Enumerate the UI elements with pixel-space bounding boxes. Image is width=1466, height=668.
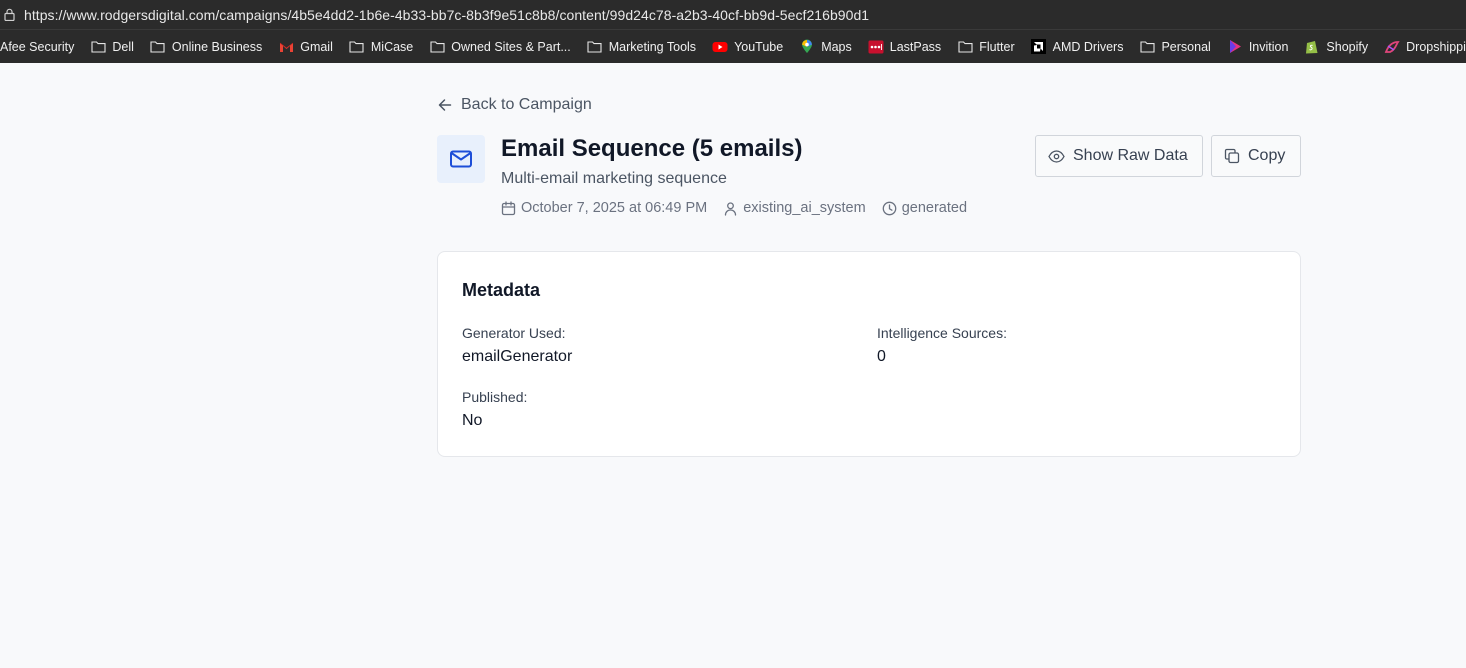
back-label: Back to Campaign <box>461 96 592 113</box>
bookmark-owned-sites[interactable]: Owned Sites & Part... <box>429 39 571 55</box>
published-label: Published: <box>462 389 528 405</box>
bookmark-flutter[interactable]: Flutter <box>957 39 1015 55</box>
page-title: Email Sequence (5 emails) <box>501 135 803 162</box>
meta-date: October 7, 2025 at 06:49 PM <box>501 200 707 216</box>
folder-icon <box>150 39 166 55</box>
youtube-icon <box>712 39 728 55</box>
amd-icon <box>1031 39 1047 55</box>
content-type-badge <box>437 135 485 183</box>
meta-author: existing_ai_system <box>723 200 866 216</box>
metadata-title: Metadata <box>462 280 541 300</box>
meta-status: generated <box>882 200 967 216</box>
address-bar[interactable]: https://www.rodgersdigital.com/campaigns… <box>0 0 1466 29</box>
generator-label: Generator Used: <box>462 325 566 341</box>
invition-icon <box>1227 39 1243 55</box>
folder-icon <box>349 39 365 55</box>
folder-icon <box>957 39 973 55</box>
folder-icon <box>90 39 106 55</box>
dropshipping-icon <box>1384 39 1400 55</box>
folder-icon <box>1139 39 1155 55</box>
show-raw-data-label: Show Raw Data <box>1073 147 1188 164</box>
bookmark-shopify[interactable]: Shopify <box>1304 39 1368 55</box>
metadata-card: Metadata Generator Used: emailGenerator … <box>437 251 1301 457</box>
meta-author-text: existing_ai_system <box>743 200 866 216</box>
content-meta: October 7, 2025 at 06:49 PM existing_ai_… <box>501 200 983 216</box>
bookmark-youtube[interactable]: YouTube <box>712 39 783 55</box>
mail-icon <box>450 150 472 168</box>
show-raw-data-button[interactable]: Show Raw Data <box>1035 135 1203 177</box>
url-text[interactable]: https://www.rodgersdigital.com/campaigns… <box>24 7 869 23</box>
copy-button[interactable]: Copy <box>1211 135 1301 177</box>
page-subtitle: Multi-email marketing sequence <box>501 170 727 187</box>
meta-status-text: generated <box>901 200 968 216</box>
eye-icon <box>1048 149 1065 163</box>
meta-date-text: October 7, 2025 at 06:49 PM <box>521 200 708 216</box>
folder-icon <box>429 39 445 55</box>
bookmark-invition[interactable]: Invition <box>1227 39 1288 55</box>
calendar-icon <box>501 200 516 215</box>
bookmark-lastpass[interactable]: LastPass <box>868 39 941 55</box>
bookmark-dropshipping[interactable]: Dropshipping Phon... <box>1384 39 1466 55</box>
copy-icon <box>1224 148 1240 164</box>
bookmark-micase[interactable]: MiCase <box>349 39 413 55</box>
intelligence-sources-value: 0 <box>877 348 886 365</box>
bookmark-amd-drivers[interactable]: AMD Drivers <box>1031 39 1123 55</box>
bookmark-dell[interactable]: Dell <box>90 39 134 55</box>
arrow-left-icon <box>438 99 452 111</box>
bookmark-marketing-tools[interactable]: Marketing Tools <box>587 39 696 55</box>
bookmark-online-business[interactable]: Online Business <box>150 39 262 55</box>
shopify-icon <box>1304 39 1320 55</box>
intelligence-sources-label: Intelligence Sources: <box>877 325 1007 341</box>
back-to-campaign-link[interactable]: Back to Campaign <box>438 96 592 114</box>
bookmarks-bar: Afee Security Dell Online Business Gmail… <box>0 29 1466 63</box>
maps-icon <box>799 39 815 55</box>
generator-value: emailGenerator <box>462 348 573 365</box>
clock-icon <box>882 201 897 215</box>
bookmark-mcafee[interactable]: Afee Security <box>0 40 74 54</box>
folder-icon <box>587 39 603 55</box>
site-info-icon[interactable] <box>4 8 16 22</box>
lastpass-icon <box>868 39 884 55</box>
bookmark-personal[interactable]: Personal <box>1139 39 1211 55</box>
published-value: No <box>462 412 483 429</box>
gmail-icon <box>278 39 294 55</box>
bookmark-maps[interactable]: Maps <box>799 39 852 55</box>
bookmark-gmail[interactable]: Gmail <box>278 39 333 55</box>
copy-label: Copy <box>1248 147 1286 164</box>
user-icon <box>725 201 737 216</box>
